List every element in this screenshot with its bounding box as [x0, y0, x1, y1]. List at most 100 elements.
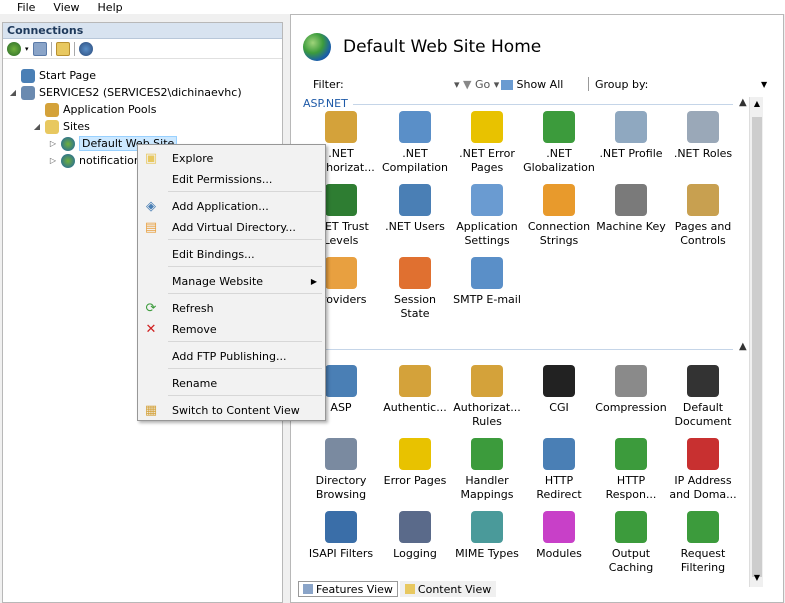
menu-help[interactable]: Help	[98, 1, 123, 14]
feature-item[interactable]: ISAPI Filters	[305, 511, 377, 561]
feature-item[interactable]: Modules	[523, 511, 595, 561]
filter-input[interactable]	[356, 76, 456, 92]
go-button[interactable]: ▾ ▼ Go ▾	[454, 78, 499, 91]
feature-label: Output Caching	[608, 547, 654, 574]
feature-item[interactable]: Logging	[379, 511, 451, 561]
connections-header: Connections	[3, 23, 282, 39]
net-profile-icon	[615, 111, 647, 143]
filter-bar: Filter: ▾ ▼ Go ▾ Show All Group by: ▼	[291, 73, 783, 95]
connect-dropdown-icon[interactable]: ▾	[25, 45, 29, 53]
feature-label: Compression	[595, 401, 667, 414]
feature-item[interactable]: .NET Error Pages	[451, 111, 523, 175]
feature-label: CGI	[549, 401, 569, 414]
context-menu-item[interactable]: ▦ Switch to Content View	[138, 399, 325, 421]
net-compilation-icon	[399, 111, 431, 143]
content-view-icon	[404, 584, 415, 594]
tree-item-notification[interactable]: ▷ notification	[49, 152, 141, 169]
feature-label: Request Filtering	[680, 547, 726, 574]
content-view-icon: ▦	[144, 402, 158, 418]
feature-item[interactable]: MIME Types	[451, 511, 523, 561]
feature-label: MIME Types	[455, 547, 519, 560]
feature-item[interactable]: Connection Strings	[523, 184, 595, 248]
context-menu-item[interactable]: ▤ Add Virtual Directory...	[138, 216, 325, 238]
context-menu-item[interactable]: ⟳ Refresh	[138, 297, 325, 319]
features-view-icon	[303, 584, 313, 594]
scroll-down-icon[interactable]: ▼	[750, 573, 764, 582]
sites-folder-icon	[45, 119, 59, 134]
modules-icon	[543, 511, 575, 543]
scroll-thumb[interactable]	[752, 117, 762, 577]
context-menu-item[interactable]: ▣ Explore	[138, 147, 325, 169]
feature-item[interactable]: Machine Key	[595, 184, 667, 234]
save-icon[interactable]	[32, 41, 47, 56]
context-menu-item[interactable]: ✕ Remove	[138, 318, 325, 340]
expand-icon[interactable]: ▷	[49, 139, 57, 148]
tree-item-server[interactable]: ◢ SERVICES2 (SERVICES2\dichinaevhc)	[9, 84, 242, 101]
context-menu-item[interactable]: Rename	[138, 372, 325, 394]
tab-features-view[interactable]: Features View	[298, 581, 398, 597]
feature-label: Pages and Controls	[674, 220, 732, 247]
feature-item[interactable]: Default Document	[667, 365, 739, 429]
context-menu-item[interactable]: Edit Permissions...	[138, 168, 325, 190]
feature-item[interactable]: .NET Roles	[667, 111, 739, 161]
feature-item[interactable]: IP Address and Doma...	[667, 438, 739, 502]
context-menu-item[interactable]: Edit Bindings...	[138, 243, 325, 265]
expand-icon[interactable]: ▷	[49, 156, 57, 165]
menu-view[interactable]: View	[53, 1, 79, 14]
tree-item-sites[interactable]: ◢ Sites	[33, 118, 90, 135]
context-menu-label: Rename	[172, 376, 218, 390]
collapse-icon[interactable]: ◢	[9, 88, 17, 97]
group-by-arrow-icon[interactable]: ▼	[761, 80, 767, 89]
feature-item[interactable]: CGI	[523, 365, 595, 415]
feature-item[interactable]: .NET Compilation	[379, 111, 451, 175]
context-menu-label: Refresh	[172, 301, 214, 315]
collapse-icon[interactable]: ◢	[33, 122, 41, 131]
group-by-dropdown[interactable]: Group by:	[595, 78, 648, 91]
context-menu-item[interactable]: Manage Website ▶	[138, 270, 325, 292]
scroll-up-icon[interactable]: ▲	[750, 99, 764, 108]
feature-item[interactable]: Output Caching	[595, 511, 667, 575]
cgi-icon	[543, 365, 575, 397]
feature-label: .NET Error Pages	[459, 147, 515, 174]
feature-item[interactable]: HTTP Redirect	[523, 438, 595, 502]
feature-item[interactable]: Handler Mappings	[451, 438, 523, 502]
feature-item[interactable]: HTTP Respon...	[595, 438, 667, 502]
feature-label: .NET Roles	[673, 147, 733, 160]
feature-item[interactable]: Pages and Controls	[667, 184, 739, 248]
feature-item[interactable]: Compression	[595, 365, 667, 415]
tree-item-start-page[interactable]: Start Page	[21, 67, 96, 84]
feature-item[interactable]: Authorizat... Rules	[451, 365, 523, 429]
tab-content-view[interactable]: Content View	[399, 581, 497, 597]
authorization-rules-icon	[471, 365, 503, 397]
feature-item[interactable]: .NET Profile	[595, 111, 667, 161]
group-rule	[353, 104, 733, 105]
feature-item[interactable]: Session State	[379, 257, 451, 321]
collapse-group-icon[interactable]: ▲	[739, 341, 747, 352]
context-menu-item[interactable]: Add FTP Publishing...	[138, 345, 325, 367]
disconnect-icon[interactable]	[78, 41, 93, 56]
connect-icon[interactable]	[7, 41, 21, 56]
feature-item[interactable]: .NET Globalization	[523, 111, 595, 175]
group-header-aspnet: ASP.NET	[303, 97, 348, 110]
context-menu-item[interactable]: ◈ Add Application...	[138, 195, 325, 217]
page-title-text: Default Web Site Home	[343, 37, 542, 57]
feature-label: Directory Browsing	[315, 474, 367, 501]
feature-item[interactable]: Error Pages	[379, 438, 451, 488]
up-folder-icon[interactable]	[55, 41, 70, 56]
feature-item[interactable]: SMTP E-mail	[451, 257, 523, 307]
filter-icon: ▼	[463, 77, 472, 91]
feature-item[interactable]: Directory Browsing	[305, 438, 377, 502]
feature-item[interactable]: Authentic...	[379, 365, 451, 415]
context-menu-label: Add Virtual Directory...	[172, 220, 296, 234]
collapse-group-icon[interactable]: ▲	[739, 97, 747, 108]
feature-label: .NET Profile	[599, 147, 663, 160]
features-scrollbar[interactable]: ▲ ▼	[749, 97, 763, 587]
feature-label: Authentic...	[383, 401, 447, 414]
feature-item[interactable]: Request Filtering	[667, 511, 739, 575]
feature-item[interactable]: .NET Users	[379, 184, 451, 234]
feature-item[interactable]: Application Settings	[451, 184, 523, 248]
feature-label: Authorizat... Rules	[453, 401, 521, 428]
tree-item-application-pools[interactable]: Application Pools	[45, 101, 156, 118]
show-all-button[interactable]: Show All	[501, 78, 563, 91]
menu-file[interactable]: File	[17, 1, 35, 14]
